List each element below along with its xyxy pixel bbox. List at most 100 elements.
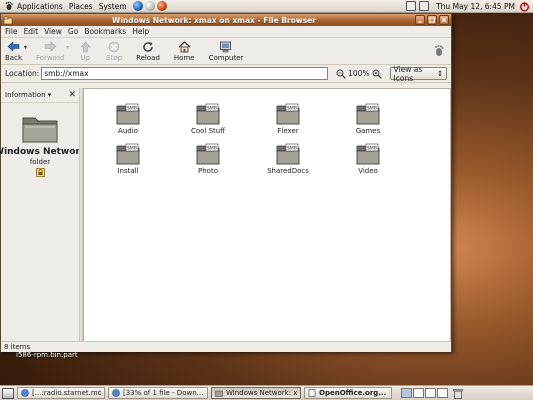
network-tray-icon[interactable] [406,1,417,11]
smb-share-folder-icon: SMB [116,143,140,165]
folder-name: Audio [118,127,138,135]
menu-help[interactable]: Help [132,27,149,36]
menu-view[interactable]: View [44,27,62,36]
folder-item-video[interactable]: SMB Video [333,143,403,175]
menu-file[interactable]: File [5,27,18,36]
folder-item-cool-stuff[interactable]: SMB Cool Stuff [173,103,243,135]
workspace-1[interactable] [401,388,412,398]
web-browser-launcher-icon[interactable] [132,1,143,11]
system-menu[interactable]: System [99,2,127,11]
show-desktop-button[interactable] [2,387,14,399]
reload-button[interactable]: Reload [136,40,160,62]
bottom-panel: [...:radio.starnet.md:... [33% of 1 file… [0,385,533,400]
back-label: Back [5,54,22,62]
folder-item-photo[interactable]: SMB Photo [173,143,243,175]
folder-name: Photo [198,167,218,175]
folder-item-shareddocs[interactable]: SMB SharedDocs [253,143,323,175]
stop-label: Stop [106,54,123,62]
side-pane-info: Windows Network folder [0,103,86,347]
svg-text:SMB: SMB [207,146,217,152]
view-mode-select[interactable]: View as Icons ⇕ [389,65,447,83]
location-bar: Location: 100% View as Icons ⇕ [1,65,451,83]
computer-icon [219,40,233,53]
location-input[interactable] [41,67,329,80]
side-pane-header: Information ▾ ✕ [1,88,79,103]
stop-button[interactable]: Stop [106,40,122,62]
forward-button[interactable]: Forward [36,40,64,62]
zoom-level[interactable]: 100% [348,69,369,78]
up-arrow-icon [78,40,92,53]
smb-share-folder-icon: SMB [196,143,220,165]
menu-go[interactable]: Go [68,27,78,36]
up-button[interactable]: Up [78,40,92,62]
minimize-button[interactable] [415,15,425,25]
maximize-button[interactable] [427,15,437,25]
clock[interactable]: Thu May 12, 6:45 PM [436,2,515,11]
folder-name: Games [355,127,381,135]
volume-tray-icon[interactable] [419,1,430,11]
taskbar-item-download[interactable]: [33% of 1 file - Down... [108,387,208,399]
activity-throbber-icon [433,44,445,58]
applications-menu[interactable]: Applications [17,2,63,11]
forward-arrow-icon [43,40,57,53]
taskbar-item-openoffice[interactable]: OpenOffice.org... [304,387,392,399]
trash-icon[interactable] [453,388,463,399]
workspace-3[interactable] [425,388,436,398]
home-button[interactable]: Home [174,40,195,62]
folder-item-audio[interactable]: SMB Audio [93,103,163,135]
folder-item-flexer[interactable]: SMB Flexer [253,103,323,135]
taskbar-label: [33% of 1 file - Down... [123,389,204,397]
content-area: Information ▾ ✕ Windows Network folder S… [0,88,451,347]
status-text: 8 items [4,343,31,351]
select-arrows-icon: ⇕ [436,69,443,78]
toolbar: Back ▾ Forward ▾ Up Stop Reload Home Com… [1,38,451,65]
smb-share-folder-icon: SMB [276,143,300,165]
home-label: Home [173,54,195,62]
smb-share-folder-icon: SMB [196,103,220,125]
window-titlebar[interactable]: Windows Network: xmax on xmax - File Bro… [1,14,451,26]
taskbar-item-radio[interactable]: [...:radio.starnet.md:... [17,387,105,399]
side-pane-close-icon[interactable]: ✕ [68,90,76,100]
taskbar-item-file-browser[interactable]: Windows Network: x... [211,387,301,399]
lock-emblem-icon [35,168,45,177]
file-browser-window: Windows Network: xmax on xmax - File Bro… [0,13,452,352]
gnome-foot-icon[interactable] [3,1,14,12]
forward-label: Forward [36,54,65,62]
location-label: Location: [5,69,40,78]
window-menu-icon[interactable] [3,15,13,25]
up-label: Up [80,54,90,62]
folder-icon [215,389,223,397]
zoom-in-icon[interactable] [372,69,382,79]
back-history-dropdown[interactable]: ▾ [24,44,30,51]
stop-icon [107,40,121,53]
forward-history-dropdown[interactable]: ▾ [66,44,72,51]
folder-item-install[interactable]: SMB Install [93,143,163,175]
email-launcher-icon[interactable] [144,1,155,11]
places-menu[interactable]: Places [69,2,93,11]
reload-icon [141,40,155,53]
document-icon [308,389,316,397]
folder-name: SharedDocs [267,167,309,175]
menu-edit[interactable]: Edit [24,27,39,36]
desktop-file-label[interactable]: i586-rpm.bin.part [16,351,78,359]
help-launcher-icon[interactable] [156,1,167,11]
taskbar-label: [...:radio.starnet.md:... [32,389,101,397]
back-button[interactable]: Back [5,40,22,62]
svg-text:SMB: SMB [287,106,297,112]
back-arrow-icon [7,40,21,53]
side-pane: Information ▾ ✕ Windows Network folder [0,88,86,347]
power-icon[interactable] [519,1,530,12]
computer-button[interactable]: Computer [208,40,244,62]
close-button[interactable] [439,15,449,25]
taskbar-label: Windows Network: x... [226,389,297,397]
maximize-icon [429,17,435,23]
zoom-out-icon[interactable] [336,69,346,79]
side-pane-title: Windows Network [0,147,86,157]
menu-bookmarks[interactable]: Bookmarks [84,27,126,36]
workspace-2[interactable] [413,388,424,398]
side-pane-selector[interactable]: Information ▾ [5,91,51,99]
folder-item-games[interactable]: SMB Games [333,103,403,135]
computer-label: Computer [208,54,244,62]
folder-name: Install [117,167,139,175]
workspace-4[interactable] [437,388,448,398]
